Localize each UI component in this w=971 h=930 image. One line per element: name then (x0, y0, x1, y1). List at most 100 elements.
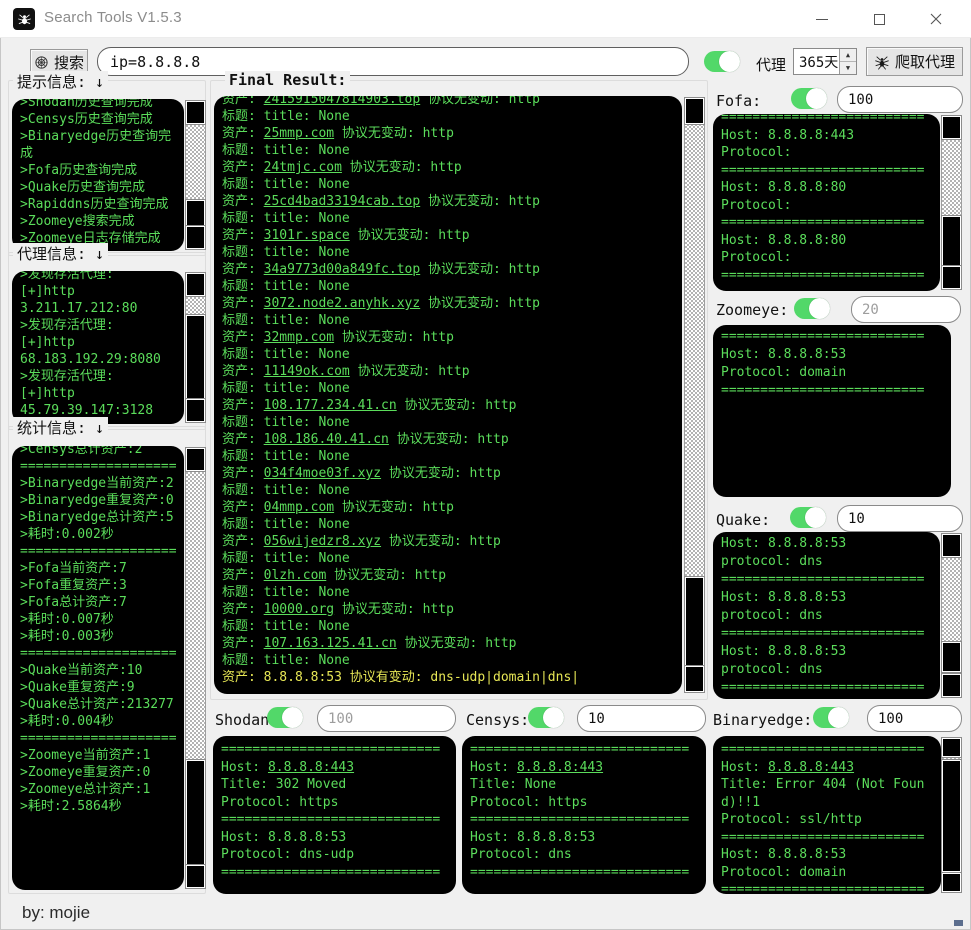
terminal-line: 68.183.192.29:8080 (20, 351, 182, 368)
asset-link[interactable]: 108.177.234.41.cn (264, 398, 397, 413)
crawl-proxy-label: 爬取代理 (895, 51, 955, 72)
terminal-line: >耗时:0.004秒 (20, 713, 182, 730)
zoomeye-count-input[interactable] (851, 296, 961, 323)
proxy-scrollbar[interactable] (185, 272, 206, 423)
terminal-text: Protocol: dns-udp (221, 847, 354, 862)
asset-link[interactable]: 34a9773d00a849fc.top (264, 262, 421, 277)
terminal-text: 协议无变动: http (420, 262, 540, 277)
terminal-text: 资产: (222, 96, 264, 107)
stats-scrollbar[interactable] (185, 447, 206, 889)
asset-link[interactable]: 034f4moe03f.xyz (264, 466, 381, 481)
binaryedge-terminal[interactable]: ==========================Host: 8.8.8.8:… (713, 736, 941, 894)
maximize-icon (874, 14, 885, 25)
asset-link[interactable]: 8.8.8.8:443 (517, 760, 603, 775)
proxy-terminal[interactable]: >发现存活代理:[+]http3.211.17.212:80>发现存活代理:[+… (12, 271, 184, 424)
close-button[interactable] (911, 0, 961, 38)
hint-terminal[interactable]: >Shodan历史查询完成>Censys历史查询完成>Binaryedge历史查… (12, 99, 184, 251)
asset-link[interactable]: 056wijedzr8.xyz (264, 534, 381, 549)
fofa-terminal[interactable]: ==========================Host: 8.8.8.8:… (713, 114, 940, 291)
terminal-text: ============================ (470, 865, 689, 880)
scroll-down-icon[interactable] (942, 266, 961, 289)
scroll-down-icon[interactable] (942, 674, 961, 697)
stats-terminal[interactable]: >Censys总计资产:2====================>Binary… (12, 446, 184, 890)
quake-terminal[interactable]: Host: 8.8.8.8:53protocol: dns===========… (713, 532, 940, 699)
censys-count-input[interactable] (577, 705, 706, 732)
terminal-line: ========================== (721, 829, 939, 847)
crawl-proxy-button[interactable]: 爬取代理 (866, 47, 963, 76)
maximize-button[interactable] (854, 0, 904, 38)
terminal-line: Title: Error 404 (Not Found)!!1 (721, 776, 939, 811)
zoomeye-toggle[interactable] (794, 298, 830, 319)
scroll-up-icon[interactable] (186, 448, 205, 471)
asset-link[interactable]: 2415915047814903.top (264, 96, 421, 107)
terminal-line: ========================== (721, 741, 939, 759)
terminal-text: protocol: dns (721, 554, 823, 569)
asset-link[interactable]: 0lzh.com (264, 568, 327, 583)
proxy-toggle[interactable] (704, 51, 740, 72)
scroll-thumb[interactable] (186, 760, 205, 868)
asset-link[interactable]: 24tmjc.com (264, 160, 342, 175)
shodan-terminal[interactable]: ============================Host: 8.8.8.… (213, 736, 456, 894)
proxy-days-spinner[interactable]: 365天 ▲ ▼ (793, 48, 857, 75)
terminal-line: Host: 8.8.8.8:53 (721, 643, 938, 661)
fofa-toggle[interactable] (791, 88, 827, 109)
terminal-line: >耗时:0.007秒 (20, 611, 182, 628)
asset-link[interactable]: 107.163.125.41.cn (264, 636, 397, 651)
binaryedge-toggle[interactable] (813, 707, 849, 728)
terminal-line: >Quake当前资产:10 (20, 662, 182, 679)
asset-link[interactable]: 32mmp.com (264, 330, 334, 345)
quake-count-input[interactable] (837, 505, 963, 532)
scroll-up-icon[interactable] (942, 534, 961, 557)
spinner-down-icon[interactable]: ▼ (840, 62, 856, 74)
asset-link[interactable]: 3072.node2.anyhk.xyz (264, 296, 421, 311)
scroll-up-icon[interactable] (186, 273, 205, 296)
terminal-text: 协议无变动: http (381, 534, 501, 549)
terminal-text: >Zoomeye重复资产:0 (20, 765, 150, 780)
scroll-down-icon[interactable] (685, 666, 704, 692)
fofa-label: Fofa: (716, 92, 761, 110)
shodan-count-input[interactable] (317, 705, 456, 732)
censys-terminal[interactable]: ============================Host: 8.8.8.… (462, 736, 706, 894)
scroll-down-icon[interactable] (186, 399, 205, 422)
scroll-thumb[interactable] (186, 315, 205, 407)
query-input[interactable] (97, 47, 689, 76)
final-result-scrollbar[interactable] (684, 97, 705, 693)
scroll-down-icon[interactable] (186, 865, 205, 888)
resize-grip[interactable] (954, 920, 963, 926)
quake-scrollbar[interactable] (941, 533, 962, 698)
quake-toggle[interactable] (790, 507, 826, 528)
scroll-up-icon[interactable] (186, 101, 205, 124)
asset-link[interactable]: 108.186.40.41.cn (264, 432, 389, 447)
scroll-up-icon[interactable] (942, 738, 961, 757)
scroll-down-icon[interactable] (186, 226, 205, 249)
shodan-toggle[interactable] (267, 707, 303, 728)
scroll-thumb[interactable] (685, 577, 704, 666)
binaryedge-scrollbar[interactable] (941, 737, 962, 893)
zoomeye-terminal[interactable]: ==========================Host: 8.8.8.8:… (713, 325, 951, 497)
censys-toggle[interactable] (528, 707, 564, 728)
spinner-up-icon[interactable]: ▲ (840, 49, 856, 62)
minimize-button[interactable] (797, 0, 847, 38)
asset-link[interactable]: 8.8.8.8:443 (268, 760, 354, 775)
hint-scrollbar[interactable] (185, 100, 206, 250)
scroll-thumb[interactable] (942, 642, 961, 672)
asset-link[interactable]: 25mmp.com (264, 126, 334, 141)
scroll-down-icon[interactable] (942, 873, 961, 892)
terminal-line: Title: 302 Moved (221, 776, 454, 794)
asset-link[interactable]: 11149ok.com (264, 364, 350, 379)
asset-link[interactable]: 10000.org (264, 602, 334, 617)
asset-link[interactable]: 25cd4bad33194cab.top (264, 194, 421, 209)
binaryedge-count-input[interactable] (867, 705, 962, 732)
asset-link[interactable]: 04mmp.com (264, 500, 334, 515)
fofa-scrollbar[interactable] (941, 115, 962, 290)
terminal-text: Host: 8.8.8.8:53 (221, 830, 346, 845)
fofa-count-input[interactable] (837, 86, 963, 113)
scroll-up-icon[interactable] (942, 116, 961, 139)
terminal-text: 标题: title: None (222, 279, 350, 294)
asset-link[interactable]: 3101r.space (264, 228, 350, 243)
final-result-terminal[interactable]: 资产: 2415915047814903.top 协议无变动: http 标题: … (214, 96, 682, 694)
scroll-thumb[interactable] (942, 216, 961, 266)
scroll-up-icon[interactable] (685, 98, 704, 124)
scroll-thumb[interactable] (942, 760, 961, 872)
asset-link[interactable]: 8.8.8.8:443 (768, 760, 854, 775)
